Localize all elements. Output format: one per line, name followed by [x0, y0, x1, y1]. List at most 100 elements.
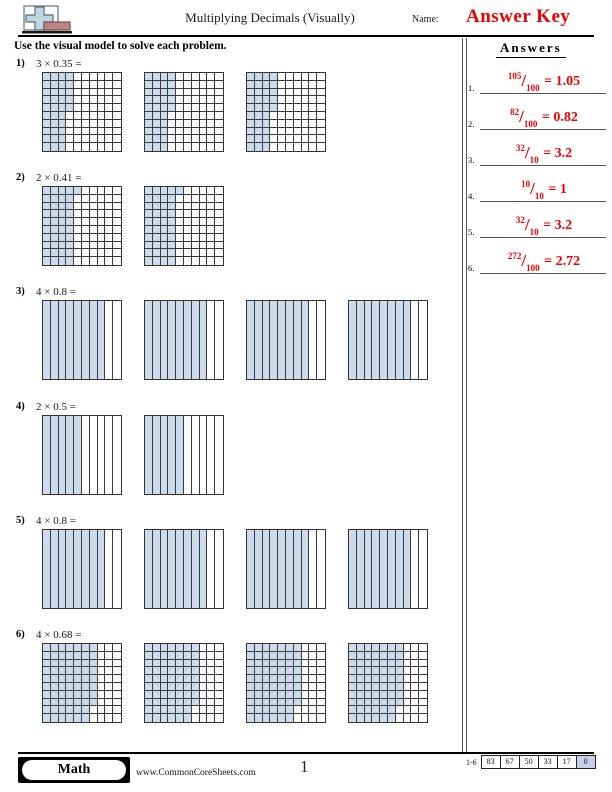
grid-cell [207, 690, 216, 699]
grid-cell [317, 120, 325, 128]
visual-models [42, 186, 224, 266]
grid-cell [152, 104, 161, 112]
grid-cell [349, 651, 357, 660]
grid-cell [309, 127, 318, 136]
grid-cell [82, 257, 90, 265]
grid-cell [89, 127, 98, 136]
grid-cell [97, 187, 106, 195]
grid-cell [66, 73, 75, 81]
grid-cell [50, 187, 59, 195]
grid-cell [207, 127, 216, 136]
grid-cell [43, 249, 51, 258]
grid-strip [82, 301, 90, 379]
grid-strip [152, 301, 161, 379]
problem-expression: 4 × 0.8 = [36, 515, 76, 527]
grid-cell [247, 88, 255, 97]
grid-cell [184, 127, 192, 136]
grid-cell [168, 698, 177, 707]
grid-cell [349, 659, 357, 668]
grid-strip [254, 301, 263, 379]
decimal-grid-model [144, 643, 224, 723]
grid-cell [176, 667, 184, 676]
grid-cell [247, 119, 255, 128]
grid-strip [58, 416, 67, 494]
subject-badge-label: Math [22, 760, 126, 780]
grid-cell [207, 112, 216, 120]
grid-cell [349, 644, 357, 652]
grid-strip [301, 530, 310, 608]
grid-cell [293, 88, 302, 97]
problem-expression: 3 × 0.35 = [36, 58, 82, 70]
grid-cell [411, 714, 420, 722]
grid-cell [160, 119, 169, 128]
grid-cell [207, 241, 216, 250]
grid-strip [74, 416, 82, 494]
grid-cell [50, 651, 59, 660]
answer-value: 82/100 = 0.82 [510, 106, 578, 129]
grid-strip [74, 301, 82, 379]
grid-cell [58, 698, 67, 707]
grid-cell [89, 249, 98, 258]
problem-number: 4) [16, 401, 25, 412]
grid-cell [145, 80, 153, 89]
grid-cell [168, 73, 177, 81]
grid-cell [184, 112, 192, 120]
grid-cell [58, 143, 67, 151]
grid-cell [317, 128, 325, 136]
grid-cell [191, 73, 200, 81]
grid-cell [97, 241, 106, 250]
grid-strip [215, 530, 223, 608]
grid-cell [388, 714, 396, 722]
grid-cell [199, 644, 208, 652]
grid-cell [105, 143, 114, 151]
grid-cell [176, 194, 184, 203]
grid-cell [380, 651, 388, 660]
decimal-grid-model [42, 300, 122, 380]
grid-cell [403, 698, 412, 707]
grid-cell [247, 667, 255, 676]
grid-cell [317, 667, 325, 676]
grid-cell [388, 651, 396, 660]
grid-strip [388, 530, 396, 608]
grid-strip [191, 530, 200, 608]
grid-cell [215, 135, 223, 144]
grid-cell [82, 119, 90, 128]
grid-cell [184, 187, 192, 195]
grid-cell [50, 249, 59, 258]
grid-cell [356, 667, 365, 676]
grid-cell [160, 659, 169, 668]
grid-cell [270, 135, 279, 144]
grid-cell [176, 233, 184, 242]
grid-cell [145, 104, 153, 112]
answers-column-divider [462, 38, 467, 754]
grid-cell [262, 659, 271, 668]
grid-cell [364, 714, 373, 722]
grid-cell [176, 659, 184, 668]
grid-cell [176, 210, 184, 219]
grid-cell [293, 698, 302, 707]
grid-cell [207, 194, 216, 203]
grid-cell [168, 135, 177, 144]
grid-cell [105, 119, 114, 128]
grid-cell [411, 706, 420, 715]
grid-cell [247, 73, 255, 81]
grid-cell [278, 651, 286, 660]
answer-number: 6. [468, 263, 475, 273]
grid-cell [270, 675, 279, 683]
grid-cell [286, 651, 294, 660]
grid-cell [270, 119, 279, 128]
grid-cell [89, 218, 98, 226]
grid-cell [278, 698, 286, 707]
grid-cell [309, 88, 318, 97]
grid-cell [168, 249, 177, 258]
grid-cell [145, 187, 153, 195]
grid-strip [58, 301, 67, 379]
grid-cell [66, 667, 75, 676]
grid-cell [262, 104, 271, 112]
grid-cell [58, 210, 67, 219]
grid-strip [152, 530, 161, 608]
grid-cell [262, 119, 271, 128]
grid-cell [286, 644, 294, 652]
grid-cell [168, 706, 177, 715]
grid-cell [419, 667, 427, 676]
